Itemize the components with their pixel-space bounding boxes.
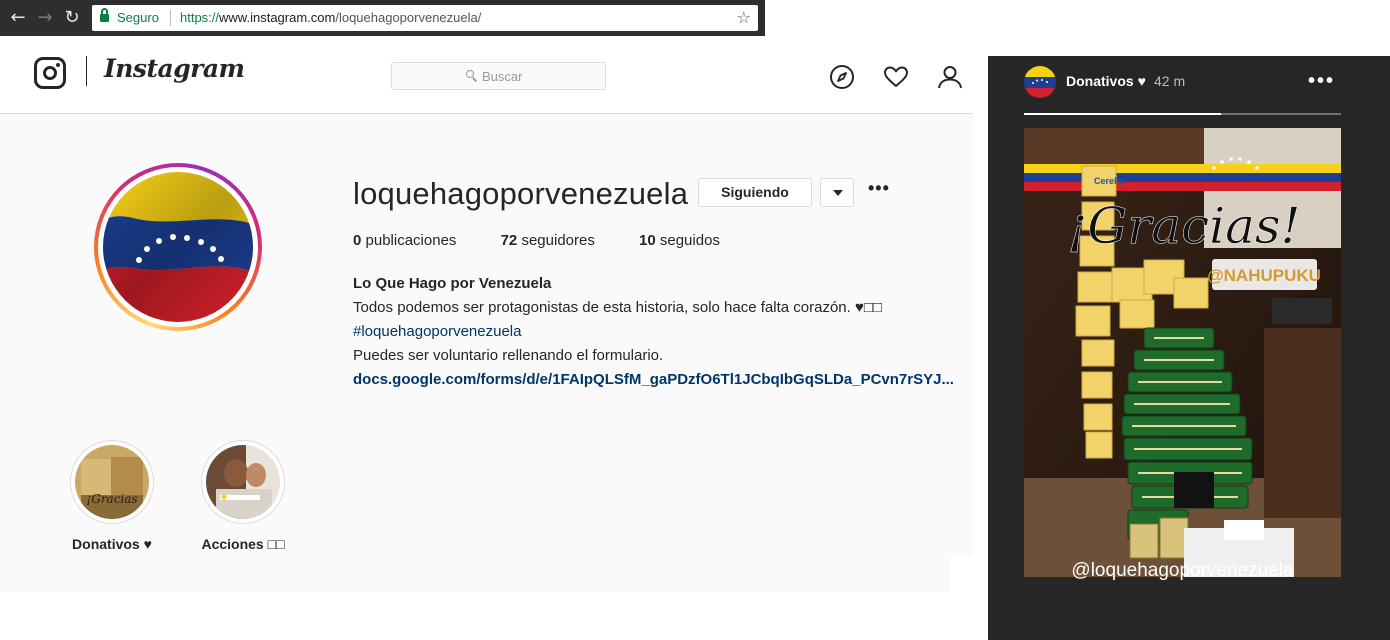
highlight-acciones[interactable]: Acciones □□ bbox=[198, 440, 288, 552]
story-progress-fill bbox=[1024, 113, 1221, 115]
search-icon bbox=[466, 70, 478, 82]
compass-explore-icon[interactable] bbox=[829, 64, 855, 90]
profile-avatar-ring[interactable] bbox=[94, 163, 262, 331]
story-more-button[interactable]: ••• bbox=[1308, 70, 1335, 93]
highlight-thumbnail bbox=[206, 445, 280, 519]
profile-section: loquehagoporvenezuela Siguiendo ••• 0 pu… bbox=[0, 114, 973, 592]
caret-down-icon bbox=[833, 190, 843, 196]
instagram-camera-icon[interactable] bbox=[34, 57, 66, 89]
browser-toolbar: ← → ↻ Seguro https://www.instagram.com/l… bbox=[0, 0, 765, 36]
lock-icon bbox=[100, 8, 109, 22]
story-handle-text: @loquehagoporvenezuela bbox=[1071, 560, 1294, 581]
story-avatar[interactable] bbox=[1024, 66, 1056, 98]
highlight-label: Donativos ♥ bbox=[72, 536, 152, 552]
stat-posts: 0 publicaciones bbox=[353, 232, 457, 249]
bio-text-volunteer: Puedes ser voluntario rellenando el form… bbox=[353, 347, 664, 364]
story-timestamp: 42 m bbox=[1154, 73, 1186, 89]
address-separator bbox=[170, 10, 171, 26]
profile-bio: Lo Que Hago por Venezuela Todos podemos … bbox=[353, 272, 963, 392]
profile-stats: 0 publicaciones 72 seguidores 10 seguido… bbox=[353, 232, 760, 249]
stat-followers[interactable]: 72 seguidores bbox=[501, 232, 595, 249]
following-button[interactable]: Siguiendo bbox=[698, 178, 812, 207]
logo-divider bbox=[86, 56, 87, 86]
back-arrow-icon[interactable]: ← bbox=[8, 8, 28, 28]
svg-text:¡Gracias: ¡Gracias bbox=[86, 492, 137, 506]
instagram-wordmark[interactable]: Instagram bbox=[104, 54, 245, 83]
bio-text: Todos podemos ser protagonistas de esta … bbox=[353, 299, 882, 316]
story-title[interactable]: Donativos ♥ bbox=[1066, 73, 1146, 89]
story-viewer: Donativos ♥ 42 m ••• Cerelac ¡Gracias! @… bbox=[988, 56, 1390, 640]
bio-hashtag-link[interactable]: #loquehagoporvenezuela bbox=[353, 320, 963, 344]
story-mention-tag: @NAHUPUKU bbox=[1207, 266, 1321, 285]
search-placeholder: Buscar bbox=[482, 69, 523, 84]
spacer bbox=[973, 36, 988, 640]
suggestions-dropdown-button[interactable] bbox=[820, 178, 854, 207]
page-corner bbox=[950, 556, 973, 592]
highlight-thumbnail: ¡Gracias bbox=[75, 445, 149, 519]
heart-activity-icon[interactable] bbox=[883, 64, 909, 90]
search-input[interactable]: Buscar bbox=[391, 62, 606, 90]
story-image[interactable]: Cerelac ¡Gracias! @NAHUPUKU bbox=[1024, 128, 1341, 577]
profile-avatar bbox=[103, 172, 253, 322]
page-bottom bbox=[0, 592, 988, 640]
profile-user-icon[interactable] bbox=[937, 64, 963, 90]
url-text[interactable]: https://www.instagram.com/loquehagoporve… bbox=[180, 10, 481, 25]
bookmark-star-icon[interactable]: ☆ bbox=[737, 8, 751, 27]
product-label: Cerelac bbox=[1094, 176, 1127, 186]
profile-username: loquehagoporvenezuela bbox=[353, 176, 689, 211]
stat-following[interactable]: 10 seguidos bbox=[639, 232, 720, 249]
instagram-header: Instagram Buscar bbox=[0, 36, 973, 114]
forward-arrow-icon[interactable]: → bbox=[35, 8, 55, 28]
highlight-label: Acciones □□ bbox=[201, 536, 285, 552]
bio-external-link[interactable]: docs.google.com/forms/d/e/1FAIpQLSfM_gaP… bbox=[353, 368, 963, 392]
story-progress-bar bbox=[1024, 113, 1341, 115]
address-bar[interactable]: Seguro https://www.instagram.com/loqueha… bbox=[92, 5, 758, 31]
highlight-donativos[interactable]: ¡Gracias Donativos ♥ bbox=[67, 440, 157, 552]
reload-icon[interactable]: ↻ bbox=[62, 8, 82, 28]
bio-full-name: Lo Que Hago por Venezuela bbox=[353, 275, 552, 292]
secure-label: Seguro bbox=[117, 10, 159, 25]
more-options-button[interactable]: ••• bbox=[868, 178, 890, 198]
story-thanks-text: ¡Gracias! bbox=[1067, 197, 1300, 255]
